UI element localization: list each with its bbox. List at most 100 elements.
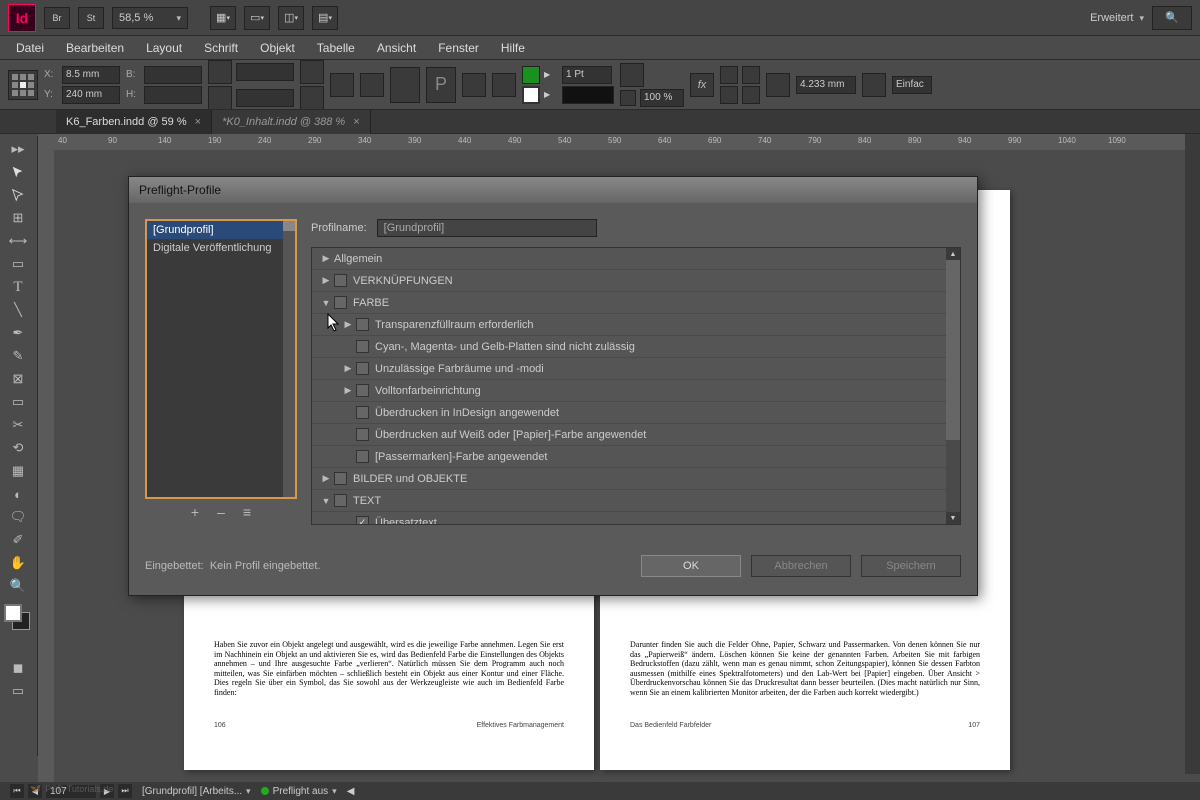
h-field[interactable] [144,86,202,104]
flip-h-icon[interactable] [330,73,354,97]
play-icon[interactable]: ▶ [544,70,556,79]
screen-mode-icon[interactable]: ▭▾ [244,6,270,30]
corner-icon[interactable] [620,63,644,87]
rules-tree[interactable]: ▶Allgemein▶VERKNÜPFUNGEN▼FARBE▶Transpare… [311,247,961,525]
scale-x-icon[interactable] [208,60,232,84]
menu-tabelle[interactable]: Tabelle [317,41,355,55]
tree-row[interactable]: Überdrucken auf Weiß oder [Papier]-Farbe… [312,424,960,446]
checkbox[interactable] [334,472,347,485]
fill-color-icon[interactable] [4,604,22,622]
checkbox[interactable] [334,494,347,507]
extras-field[interactable]: Einfac [892,76,932,94]
checkbox[interactable] [356,428,369,441]
tree-row[interactable]: ▶VERKNÜPFUNGEN [312,270,960,292]
wrap-shape-icon[interactable] [720,86,738,104]
collapsed-panels[interactable] [1185,134,1200,774]
tree-row[interactable]: ▶BILDER und OBJEKTE [312,468,960,490]
scroll-left-icon[interactable]: ◀ [347,786,355,797]
menu-ansicht[interactable]: Ansicht [377,41,416,55]
checkbox[interactable] [356,340,369,353]
gradient-swatch-tool-icon[interactable]: ▦ [2,460,34,482]
page-tool-icon[interactable]: ⊞ [2,207,34,229]
checkbox[interactable] [334,296,347,309]
disclosure-arrow-icon[interactable]: ▶ [340,363,356,374]
remove-profile-button[interactable]: – [217,504,225,520]
shear-icon[interactable] [300,86,324,110]
flip-v-icon[interactable] [360,73,384,97]
menu-objekt[interactable]: Objekt [260,41,295,55]
stroke-swatch[interactable] [522,86,540,104]
stroke-style-dropdown[interactable] [562,86,614,104]
type-tool-icon[interactable]: T [2,276,34,298]
rectangle-tool-icon[interactable]: ▭ [2,391,34,413]
tree-row[interactable]: ▶Allgemein [312,248,960,270]
crop-icon[interactable] [766,73,790,97]
content-collector-icon[interactable]: ▭ [2,253,34,275]
pencil-tool-icon[interactable]: ✎ [2,345,34,367]
disclosure-arrow-icon[interactable]: ▶ [318,253,334,264]
tree-row[interactable]: ▶Unzulässige Farbräume und -modi [312,358,960,380]
gradient-feather-tool-icon[interactable]: ◐ [2,483,34,505]
opacity-field[interactable]: 100 % [640,89,684,107]
menu-datei[interactable]: Datei [16,41,44,55]
checkbox[interactable] [356,406,369,419]
checkbox[interactable] [356,384,369,397]
gap-tool-icon[interactable]: ⟷ [2,230,34,252]
profile-list[interactable]: [Grundprofil] Digitale Veröffentlichung [145,219,297,499]
scale-y-field[interactable] [236,89,294,107]
stock-button[interactable]: St [78,7,104,29]
last-page-icon[interactable]: ⏭ [118,784,132,798]
menu-hilfe[interactable]: Hilfe [501,41,525,55]
wrap-bound-icon[interactable] [742,66,760,84]
profile-list-item[interactable]: Digitale Veröffentlichung [147,239,295,257]
screen-mode-tool-icon[interactable]: ▭ [2,680,34,702]
grid-icon[interactable] [620,90,636,106]
close-icon[interactable]: × [195,116,201,128]
view-options-icon[interactable]: ▦▾ [210,6,236,30]
disclosure-arrow-icon[interactable]: ▶ [318,275,334,286]
disclosure-arrow-icon[interactable]: ▼ [318,496,334,506]
profile-list-item[interactable]: [Grundprofil] [147,221,295,239]
tree-row[interactable]: Überdrucken in InDesign angewendet [312,402,960,424]
scale-y-icon[interactable] [208,86,232,110]
rotate-icon[interactable] [300,60,324,84]
dialog-titlebar[interactable]: Preflight-Profile [129,177,977,203]
menu-schrift[interactable]: Schrift [204,41,238,55]
line-tool-icon[interactable]: ╲ [2,299,34,321]
document-tab[interactable]: *K0_Inhalt.indd @ 388 %× [212,110,371,134]
first-page-icon[interactable]: ⏮ [10,784,24,798]
profile-name-field[interactable]: [Grundprofil] [377,219,597,237]
note-tool-icon[interactable]: 🗨 [2,506,34,528]
tree-row[interactable]: Cyan-, Magenta- und Gelb-Platten sind ni… [312,336,960,358]
expand-icon[interactable]: ▸▸ [2,138,34,160]
preflight-profile-status[interactable]: [Grundprofil] [Arbeits... [142,786,251,797]
preflight-status[interactable]: Preflight aus [261,786,337,797]
wrap-jump-icon[interactable] [742,86,760,104]
tree-row[interactable]: ▶Volltonfarbeinrichtung [312,380,960,402]
apply-color-icon[interactable]: ◼ [2,657,34,679]
close-icon[interactable]: × [353,116,359,128]
menu-fenster[interactable]: Fenster [438,41,479,55]
profile-menu-button[interactable]: ≡ [243,504,251,520]
tree-row[interactable]: ▼FARBE [312,292,960,314]
fill-swatch[interactable] [522,66,540,84]
disclosure-arrow-icon[interactable]: ▶ [340,319,356,330]
reference-point-icon[interactable] [8,70,38,100]
add-profile-button[interactable]: + [191,504,199,520]
stroke-weight-field[interactable]: 1 Pt [562,66,612,84]
pen-tool-icon[interactable]: ✒ [2,322,34,344]
tree-row[interactable]: [Passermarken]-Farbe angewendet [312,446,960,468]
rectangle-frame-tool-icon[interactable]: ⊠ [2,368,34,390]
disclosure-arrow-icon[interactable]: ▼ [318,298,334,308]
selection-tool-icon[interactable] [2,161,34,183]
search-icon[interactable]: 🔍 [1152,6,1192,30]
checkbox[interactable]: ✓ [356,516,369,525]
para-style-icon[interactable]: P [426,67,456,103]
tree-row[interactable]: ▼TEXT [312,490,960,512]
eyedropper-tool-icon[interactable]: ✐ [2,529,34,551]
zoom-level-field[interactable]: 58,5 % [112,7,188,29]
w-field[interactable] [144,66,202,84]
char-style-icon[interactable] [390,67,420,103]
hand-tool-icon[interactable]: ✋ [2,552,34,574]
ok-button[interactable]: OK [641,555,741,577]
